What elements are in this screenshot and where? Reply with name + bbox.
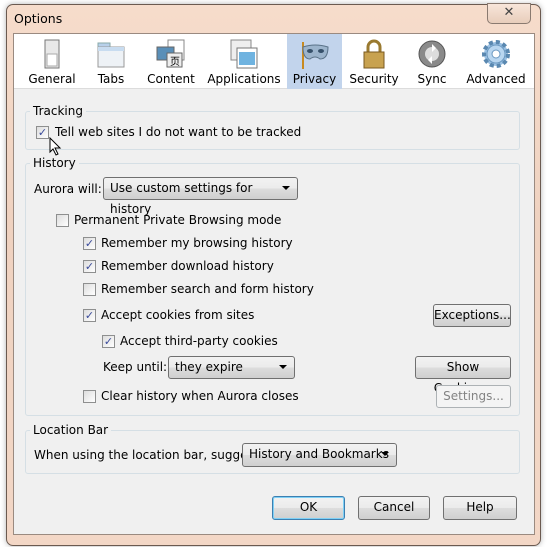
dnt-checkbox[interactable]: ✓ (36, 126, 49, 139)
tab-privacy[interactable]: Privacy (287, 34, 342, 89)
privacy-mask-icon (301, 42, 329, 69)
ok-button[interactable]: OK (272, 496, 345, 520)
tab-label: Privacy (292, 72, 337, 86)
chevron-down-icon (282, 186, 290, 190)
clear-history-label: Clear history when Aurora closes (101, 389, 299, 403)
keep-until-label: Keep until: (103, 360, 168, 374)
history-label: History (30, 156, 79, 170)
help-button[interactable]: Help (443, 496, 517, 520)
close-button[interactable]: ✕ (487, 3, 531, 24)
tab-label: Advanced (466, 72, 526, 86)
mouse-cursor-icon (49, 137, 62, 156)
chevron-down-icon (279, 365, 287, 369)
accept-cookies-label: Accept cookies from sites (101, 308, 255, 322)
applications-icon (230, 39, 258, 69)
remember-browsing-checkbox[interactable]: ✓ (83, 237, 96, 250)
clear-history-checkbox[interactable] (83, 390, 96, 403)
tab-content[interactable]: 页 Content (144, 34, 198, 89)
general-switch-icon (44, 39, 60, 69)
exceptions-button[interactable]: Exceptions... (433, 304, 511, 327)
show-cookies-button[interactable]: Show Cookies... (415, 356, 511, 395)
suggest-value: History and Bookmarks (249, 447, 389, 461)
remember-search-checkbox[interactable] (83, 283, 96, 296)
security-lock-icon (363, 39, 385, 69)
tab-label: Applications (207, 72, 281, 86)
accept-cookies-checkbox[interactable]: ✓ (83, 309, 96, 322)
tab-sync[interactable]: Sync (410, 34, 454, 89)
remember-download-checkbox[interactable]: ✓ (83, 260, 96, 273)
third-party-checkbox[interactable]: ✓ (102, 335, 115, 348)
suggest-select[interactable]: History and Bookmarks (242, 443, 397, 467)
tab-applications[interactable]: Applications (206, 34, 282, 89)
private-mode-label: Permanent Private Browsing mode (74, 213, 282, 227)
aurora-will-label: Aurora will: (34, 182, 102, 196)
settings-button[interactable]: Settings... (436, 385, 511, 408)
tab-advanced[interactable]: Advanced (466, 34, 526, 89)
tab-security[interactable]: Security (348, 34, 400, 89)
svg-text:页: 页 (170, 56, 180, 68)
history-mode-select[interactable]: Use custom settings for history (103, 177, 298, 216)
keep-until-value: they expire (175, 360, 243, 374)
tab-label: General (28, 72, 76, 86)
chevron-down-icon (381, 452, 389, 456)
remember-download-label: Remember download history (101, 259, 274, 273)
tab-label: Security (349, 72, 399, 86)
tab-tabs[interactable]: Tabs (88, 34, 134, 89)
third-party-label: Accept third-party cookies (120, 334, 278, 348)
tab-label: Tabs (97, 72, 125, 86)
content-icon: 页 (156, 39, 185, 68)
tracking-label: Tracking (30, 104, 86, 118)
remember-browsing-label: Remember my browsing history (101, 236, 293, 250)
tab-label: Content (147, 72, 195, 86)
advanced-gear-icon (482, 40, 510, 68)
window-title: Options (14, 11, 63, 26)
private-mode-checkbox[interactable] (56, 214, 69, 227)
keep-until-select[interactable]: they expire (168, 356, 295, 379)
location-bar-label: Location Bar (30, 423, 112, 437)
remember-search-label: Remember search and form history (101, 282, 314, 296)
suggest-label: When using the location bar, suggest: (34, 448, 263, 462)
cancel-button[interactable]: Cancel (358, 496, 430, 520)
dnt-label: Tell web sites I do not want to be track… (55, 125, 302, 139)
tab-general[interactable]: General (27, 34, 77, 89)
sync-icon (418, 40, 446, 68)
tabs-folder-icon (97, 42, 125, 68)
tab-label: Sync (417, 72, 447, 86)
